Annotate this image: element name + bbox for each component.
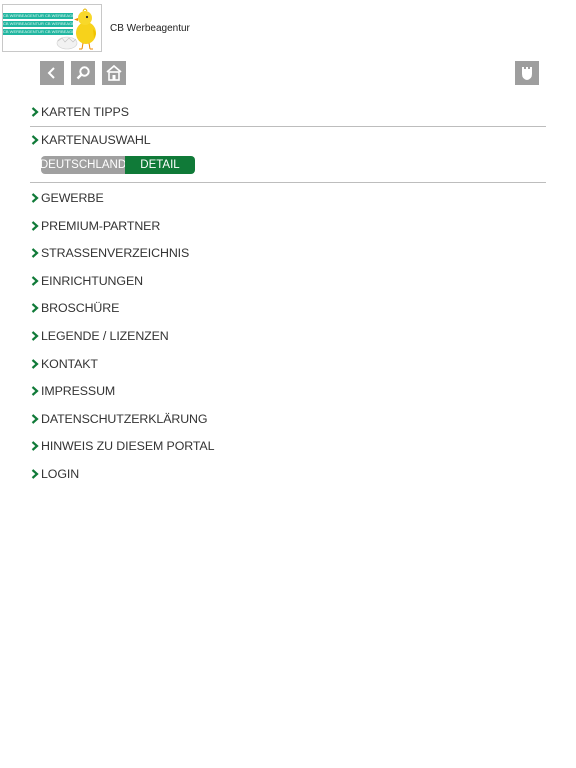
- chevron-right-icon: [31, 248, 39, 258]
- shield-icon: [522, 67, 532, 80]
- menu-item-label: BROSCHÜRE: [41, 301, 120, 316]
- menu-item-label: KARTEN TIPPS: [41, 104, 129, 119]
- home-icon: [106, 64, 122, 81]
- chevron-right-icon: [31, 303, 39, 314]
- menu-item-broschuere[interactable]: BROSCHÜRE: [30, 295, 546, 323]
- home-button[interactable]: [102, 61, 126, 85]
- menu-item-premium-partner[interactable]: PREMIUM-PARTNER: [30, 212, 546, 240]
- menu-item-label: DATENSCHUTZERKLÄRUNG: [41, 411, 208, 426]
- menu-item-login[interactable]: LOGIN: [30, 460, 546, 488]
- chevron-right-icon: [31, 441, 39, 452]
- menu-item-datenschutzerklaerung[interactable]: DATENSCHUTZERKLÄRUNG: [30, 405, 546, 433]
- menu-item-kartenauswahl[interactable]: KARTENAUSWAHL: [30, 127, 546, 155]
- menu-item-label: GEWERBE: [41, 190, 104, 205]
- menu-item-label: KARTENAUSWAHL: [41, 133, 151, 148]
- menu-item-legende-lizenzen[interactable]: LEGENDE / LIZENZEN: [30, 322, 546, 350]
- chevron-right-icon: [31, 358, 39, 369]
- menu-item-impressum[interactable]: IMPRESSUM: [30, 377, 546, 405]
- menu-item-label: STRASSENVERZEICHNIS: [41, 246, 190, 261]
- menu-item-label: HINWEIS ZU DIESEM PORTAL: [41, 439, 215, 454]
- chevron-right-icon: [31, 469, 39, 479]
- menu-item-label: LOGIN: [41, 466, 80, 481]
- company-name: CB Werbeagentur: [110, 23, 190, 34]
- chick-icon: [56, 8, 96, 50]
- map-selector: DEUTSCHLAND DETAIL: [41, 156, 195, 175]
- chevron-right-icon: [31, 275, 39, 286]
- menu-item-karten-tipps[interactable]: KARTEN TIPPS: [30, 98, 546, 126]
- back-icon: [47, 67, 55, 79]
- map-option-detail[interactable]: DETAIL: [125, 156, 195, 175]
- page: CB WERBEAGENTUR CB WERBEAGENTUR CB WERBE…: [0, 0, 576, 768]
- menu-item-label: IMPRESSUM: [41, 384, 116, 399]
- menu-item-kontakt[interactable]: KONTAKT: [30, 350, 546, 378]
- menu-item-einrichtungen[interactable]: EINRICHTUNGEN: [30, 267, 546, 295]
- chevron-right-icon: [31, 386, 39, 396]
- shield-button[interactable]: [515, 61, 539, 85]
- menu-item-strassenverzeichnis[interactable]: STRASSENVERZEICHNIS: [30, 239, 546, 267]
- menu-item-gewerbe[interactable]: GEWERBE: [30, 184, 546, 212]
- chevron-right-icon: [31, 220, 39, 231]
- menu-item-label: LEGENDE / LIZENZEN: [41, 328, 169, 343]
- chevron-right-icon: [31, 106, 39, 117]
- back-button[interactable]: [40, 61, 64, 85]
- menu-item-label: KONTAKT: [41, 356, 98, 371]
- search-button[interactable]: [71, 61, 95, 85]
- chevron-right-icon: [31, 193, 39, 203]
- chevron-right-icon: [31, 331, 39, 341]
- map-option-deutschland[interactable]: DEUTSCHLAND: [41, 156, 126, 175]
- chevron-right-icon: [31, 135, 39, 146]
- search-icon: [76, 66, 90, 80]
- menu-item-label: EINRICHTUNGEN: [41, 273, 143, 288]
- menu-item-label: PREMIUM-PARTNER: [41, 218, 161, 233]
- chevron-right-icon: [31, 413, 39, 424]
- menu-item-hinweis-portal[interactable]: HINWEIS ZU DIESEM PORTAL: [30, 433, 546, 461]
- main-menu: KARTEN TIPPS KARTENAUSWAHL DEUTSCHLAND D…: [30, 98, 546, 488]
- company-logo[interactable]: CB WERBEAGENTUR CB WERBEAGENTUR CB WERBE…: [2, 4, 102, 52]
